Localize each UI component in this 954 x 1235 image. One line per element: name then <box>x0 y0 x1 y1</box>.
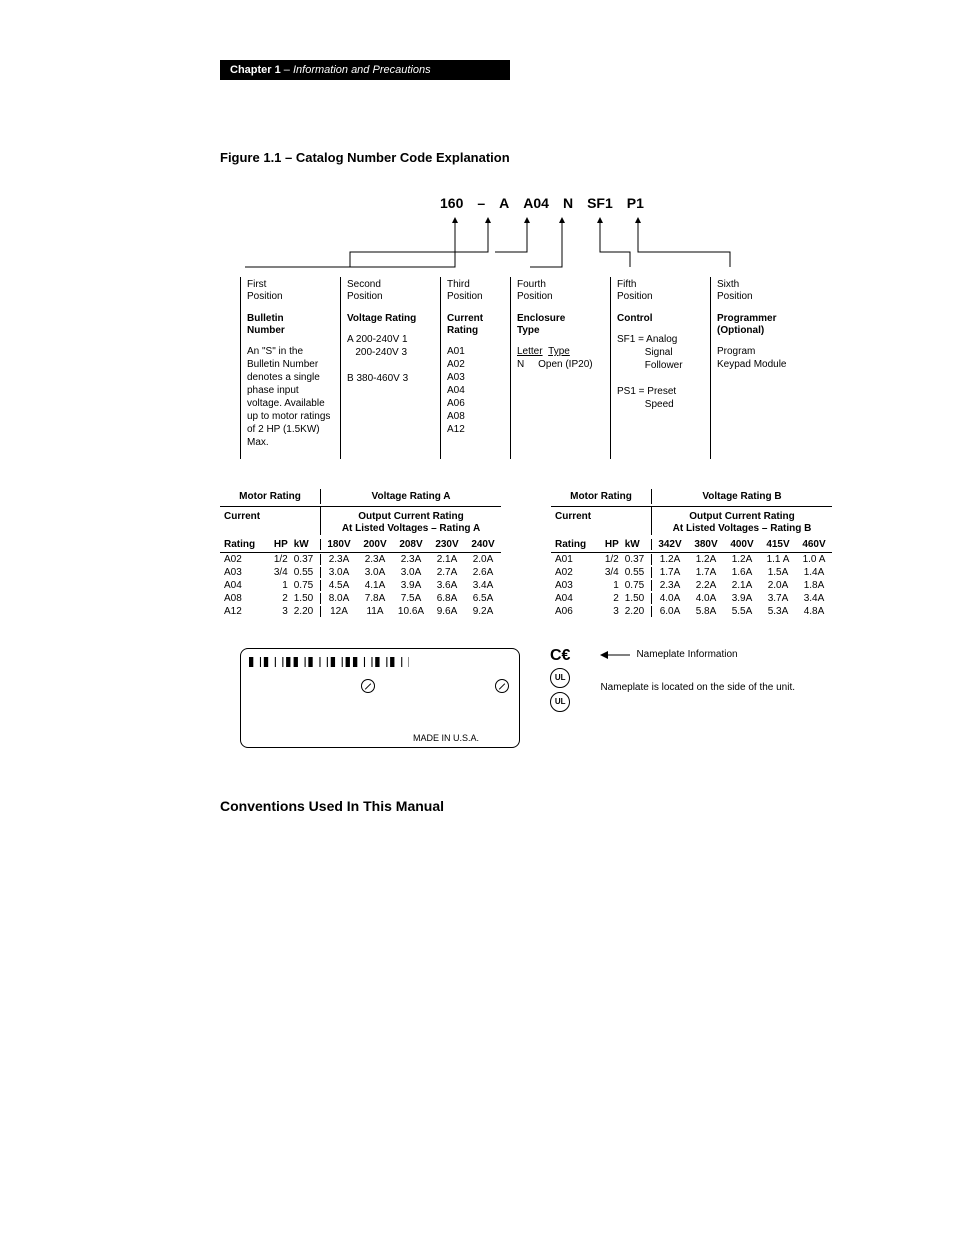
pos3-heading: CurrentRating <box>447 313 504 337</box>
nameplate-section: ▌│▌││▌▌│▌││▌│▌▌││▌│▌││▌▌│▌││▌│▌▌││▌ MADE… <box>240 648 834 748</box>
voltage-col-header: 400V <box>724 539 760 550</box>
chapter-title: Information and Precautions <box>293 64 431 76</box>
position-5: FifthPosition Control SF1 = Analog Signa… <box>610 277 710 459</box>
table-row: A033/40.553.0A3.0A3.0A2.7A2.6A <box>220 566 501 579</box>
pos6-label: SixthPosition <box>717 279 804 303</box>
pos6-heading: Programmer(Optional) <box>717 313 804 337</box>
pos3-label: ThirdPosition <box>447 279 504 303</box>
ra-motor-head: Motor Rating <box>220 489 321 504</box>
screw-icon <box>495 679 509 693</box>
rating-tables: Motor Rating Voltage Rating A Current Ou… <box>220 489 834 618</box>
pos1-heading: BulletinNumber <box>247 313 334 337</box>
nameplate-info: Nameplate Information Nameplate is locat… <box>600 648 795 694</box>
pos2-label: SecondPosition <box>347 279 434 303</box>
code-pos5: SF1 <box>587 195 613 211</box>
voltage-col-header: 240V <box>465 539 501 550</box>
nameplate-info-body: Nameplate is located on the side of the … <box>600 681 795 694</box>
figure-title: Figure 1.1 – Catalog Number Code Explana… <box>220 150 834 165</box>
nameplate-box: ▌│▌││▌▌│▌││▌│▌▌││▌│▌││▌▌│▌││▌│▌▌││▌ MADE… <box>240 648 520 748</box>
nameplate-info-label: Nameplate Information <box>636 648 737 661</box>
voltage-col-header: 380V <box>688 539 724 550</box>
voltage-col-header: 415V <box>760 539 796 550</box>
code-dash: – <box>477 195 485 211</box>
pos1-label: FirstPosition <box>247 279 334 303</box>
position-columns: FirstPosition BulletinNumber An "S" in t… <box>240 277 834 459</box>
table-row: A0632.206.0A5.8A5.5A5.3A4.8A <box>551 605 832 618</box>
code-pos4: N <box>563 195 573 211</box>
voltage-col-header: 208V <box>393 539 429 550</box>
table-row: A0410.754.5A4.1A3.9A3.6A3.4A <box>220 579 501 592</box>
arrow-left-icon <box>600 650 630 660</box>
table-row: A023/40.551.7A1.7A1.6A1.5A1.4A <box>551 566 832 579</box>
pos6-body: ProgramKeypad Module <box>717 345 804 371</box>
screw-icon <box>361 679 375 693</box>
voltage-col-header: 200V <box>357 539 393 550</box>
rb-motor-head: Motor Rating <box>551 489 652 504</box>
rb-volt-head: Voltage Rating B <box>652 489 832 504</box>
pos5-body: SF1 = Analog Signal Follower PS1 = Prese… <box>617 333 704 411</box>
pos4-heading: EnclosureType <box>517 313 604 337</box>
pos2-body: A 200-240V 1 200-240V 3B 380-460V 3 <box>347 333 434 385</box>
position-1: FirstPosition BulletinNumber An "S" in t… <box>240 277 340 459</box>
ra-volt-head: Voltage Rating A <box>321 489 501 504</box>
catalog-code: 160 – A A04 N SF1 P1 <box>440 195 834 211</box>
pos2-heading: Voltage Rating <box>347 313 434 325</box>
code-pos3: A04 <box>523 195 549 211</box>
ce-mark-icon: C€ <box>550 648 570 664</box>
position-2: SecondPosition Voltage Rating A 200-240V… <box>340 277 440 459</box>
position-3: ThirdPosition CurrentRating A01A02A03A04… <box>440 277 510 459</box>
conventions-heading: Conventions Used In This Manual <box>220 798 834 814</box>
rating-table-b: Motor Rating Voltage Rating B Current Ou… <box>551 489 832 618</box>
position-6: SixthPosition Programmer(Optional) Progr… <box>710 277 810 459</box>
ul-mark-icon: UL <box>550 668 570 688</box>
cul-mark-icon: UL <box>550 692 570 712</box>
pos5-heading: Control <box>617 313 704 325</box>
table-row: A0821.508.0A7.8A7.5A6.8A6.5A <box>220 592 501 605</box>
barcode-icon: ▌│▌││▌▌│▌││▌│▌▌││▌│▌││▌▌│▌││▌│▌▌││▌ <box>249 657 409 667</box>
voltage-col-header: 460V <box>796 539 832 550</box>
pos1-body: An "S" in the Bulletin Number denotes a … <box>247 345 334 449</box>
pos4-body: Letter Type N Open (IP20) <box>517 345 604 371</box>
code-arrows <box>240 217 814 277</box>
position-4: FourthPosition EnclosureType Letter Type… <box>510 277 610 459</box>
code-pos1: 160 <box>440 195 463 211</box>
pos3-body: A01A02A03A04A06A08A12 <box>447 345 504 436</box>
voltage-col-header: 230V <box>429 539 465 550</box>
code-pos2: A <box>499 195 509 211</box>
table-row: A1232.2012A11A10.6A9.6A9.2A <box>220 605 501 618</box>
voltage-col-header: 180V <box>321 539 357 550</box>
made-in-label: MADE IN U.S.A. <box>413 733 479 743</box>
voltage-col-header: 342V <box>652 539 688 550</box>
table-row: A011/20.371.2A1.2A1.2A1.1 A1.0 A <box>551 553 832 566</box>
code-pos6: P1 <box>627 195 644 211</box>
table-row: A0310.752.3A2.2A2.1A2.0A1.8A <box>551 579 832 592</box>
rating-table-a: Motor Rating Voltage Rating A Current Ou… <box>220 489 501 618</box>
table-row: A0421.504.0A4.0A3.9A3.7A3.4A <box>551 592 832 605</box>
chapter-number: Chapter 1 <box>230 64 281 76</box>
table-row: A021/20.372.3A2.3A2.3A2.1A2.0A <box>220 553 501 566</box>
pos5-label: FifthPosition <box>617 279 704 303</box>
certification-marks: C€ UL UL <box>550 648 570 712</box>
pos4-label: FourthPosition <box>517 279 604 303</box>
chapter-header: Chapter 1 – Information and Precautions <box>220 60 510 80</box>
